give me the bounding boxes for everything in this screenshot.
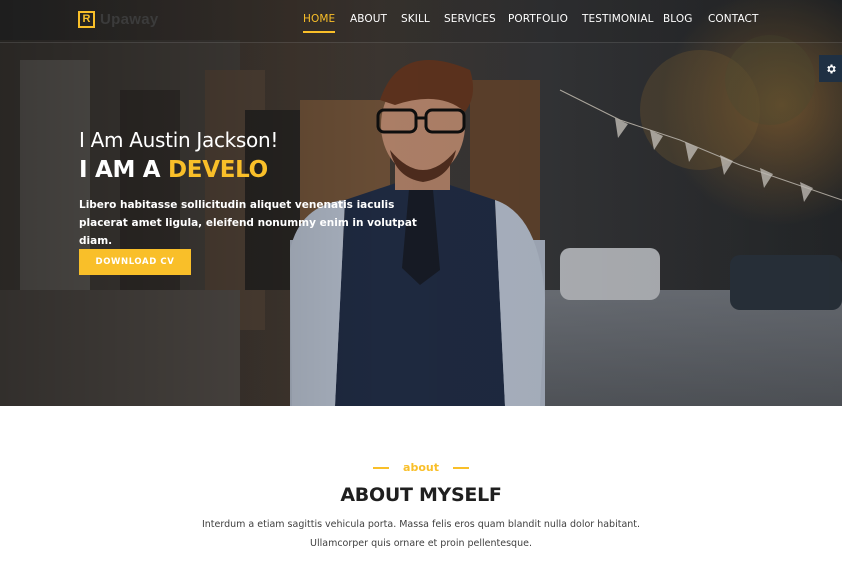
nav-item-about[interactable]: ABOUT (350, 13, 387, 25)
hero-title-highlight: DEVELO (167, 157, 268, 183)
download-cv-button[interactable]: DOWNLOAD CV (79, 249, 191, 275)
about-text-line-2: Ullamcorper quis ornare et proin pellent… (310, 538, 532, 549)
nav-item-testimonial[interactable]: TESTIMONIAL (582, 13, 654, 25)
about-title: ABOUT MYSELF (340, 484, 502, 506)
settings-toggle-button[interactable] (819, 55, 842, 82)
hero-subtitle: I Am Austin Jackson! (79, 128, 279, 152)
logo-text: Upaway (100, 11, 159, 28)
about-kicker-text: about (403, 461, 439, 474)
nav-item-services[interactable]: SERVICES (444, 13, 496, 25)
gear-icon (826, 64, 836, 73)
kicker-line-right (452, 466, 469, 469)
nav-item-portfolio[interactable]: PORTFOLIO (508, 13, 568, 25)
nav-item-skill[interactable]: SKILL (401, 13, 430, 25)
logo-mark-icon: R (78, 11, 95, 28)
about-description: Interdum a etiam sagittis vehicula porta… (0, 515, 842, 553)
hero-section: R Upaway HOME ABOUT SKILL SERVICES PORTF… (0, 0, 842, 406)
about-kicker: about (0, 461, 842, 474)
hero-title-prefix: I AM A (79, 157, 161, 183)
hero-title: I AM A DEVELO (79, 157, 268, 183)
kicker-line-left (373, 466, 390, 469)
nav-item-home[interactable]: HOME (303, 13, 336, 33)
nav-item-blog[interactable]: BLOG (663, 13, 692, 25)
hero-description: Libero habitasse sollicitudin aliquet ve… (79, 199, 417, 247)
brand-logo[interactable]: R Upaway (78, 11, 159, 28)
nav-item-contact[interactable]: CONTACT (708, 13, 759, 25)
about-text-line-1: Interdum a etiam sagittis vehicula porta… (201, 519, 641, 530)
top-navbar: R Upaway HOME ABOUT SKILL SERVICES PORTF… (0, 0, 842, 43)
